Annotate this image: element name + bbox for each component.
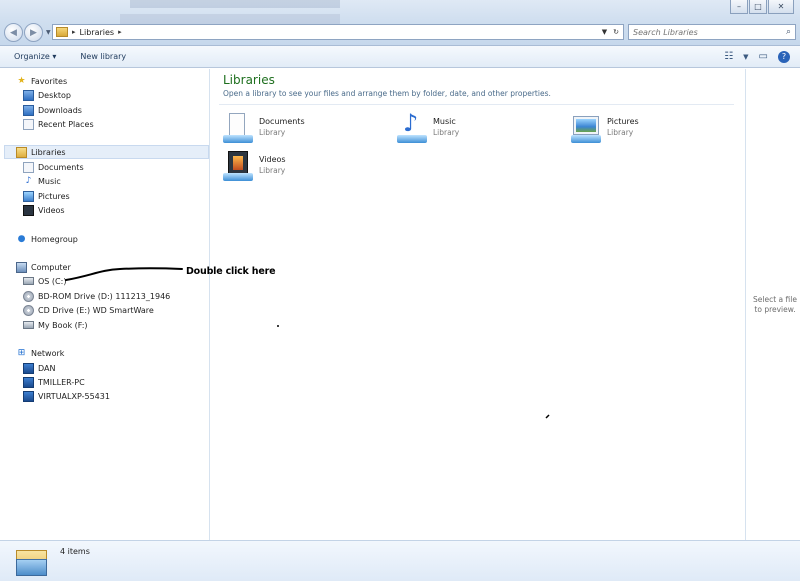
command-bar: Organize ▾ New library ☷ ▼ ▭ ? [0,46,800,68]
forward-button[interactable]: ▶ [24,23,43,42]
breadcrumb-libraries[interactable]: Libraries [80,28,115,37]
network-computer-icon [23,390,34,402]
nav-item-os-c[interactable]: OS (C:) [23,274,66,288]
annotation-text: Double click here [186,266,276,277]
nav-item-downloads[interactable]: Downloads [23,103,82,117]
nav-favorites[interactable]: ★ Favorites [16,74,67,88]
preview-pane-icon[interactable]: ▭ [759,51,768,62]
nav-item-documents[interactable]: Documents [23,160,84,174]
libraries-icon [16,146,27,158]
maximize-button[interactable]: □ [749,0,767,14]
recent-places-icon [23,118,34,130]
address-dropdown-icon[interactable]: ▼ [602,28,607,36]
page-title: Libraries [223,73,275,87]
breadcrumb-separator-icon[interactable]: ▸ [72,28,76,36]
documents-library-icon [223,113,253,143]
network-computer-icon [23,362,34,374]
music-icon: ♪ [25,176,32,186]
forward-arrow-icon: ▶ [30,27,37,38]
view-options-dropdown-icon[interactable]: ▼ [743,53,748,61]
search-input[interactable] [633,27,773,37]
close-button[interactable]: ✕ [768,0,794,14]
library-music[interactable]: ♪ Music Library [397,111,459,143]
navigation-buttons: ◀ ▶ ▼ [4,23,51,42]
cd-drive-icon [23,304,34,316]
nav-item-dan[interactable]: DAN [23,361,55,375]
library-documents[interactable]: Documents Library [223,113,305,143]
back-arrow-icon: ◀ [10,27,17,38]
nav-item-recent-places[interactable]: Recent Places [23,117,94,131]
window-chrome: – □ ✕ ◀ ▶ ▼ ▸ Libraries ▸ ▼ ↻ ⌕ [0,0,800,46]
nav-libraries[interactable]: Libraries [4,145,209,159]
network-computer-icon [23,376,34,388]
minimize-button[interactable]: – [730,0,748,14]
disc-drive-icon [23,290,34,302]
homegroup-icon: ● [17,234,26,244]
pictures-icon [23,190,34,202]
nav-homegroup[interactable]: ● Homegroup [16,232,78,246]
computer-icon [16,261,27,273]
nav-item-bd-rom-drive[interactable]: BD-ROM Drive (D:) 111213_1946 [23,289,170,303]
nav-item-videos[interactable]: Videos [23,203,65,217]
hard-drive-icon [23,277,34,285]
desktop-icon [23,89,34,101]
page-subtitle: Open a library to see your files and arr… [223,89,551,98]
window-controls: – □ ✕ [730,0,794,14]
item-count: 4 items [60,547,90,556]
nav-item-desktop[interactable]: Desktop [23,88,71,102]
navigation-pane: ★ Favorites Desktop Downloads Recent Pla… [0,69,210,540]
libraries-large-icon [16,547,47,577]
preview-message: Select a file to preview. [753,295,797,314]
nav-network[interactable]: ⊞ Network [16,346,65,360]
breadcrumb-separator-icon[interactable]: ▸ [118,28,122,36]
background-window-menu [120,14,340,24]
external-drive-icon [23,321,34,329]
address-bar[interactable]: ▸ Libraries ▸ ▼ ↻ [52,24,624,40]
new-library-button[interactable]: New library [66,52,136,61]
music-library-icon: ♪ [397,111,427,143]
search-icon[interactable]: ⌕ [786,27,791,37]
nav-item-virtualxp[interactable]: VIRTUALXP-55431 [23,389,110,403]
nav-item-cd-drive[interactable]: CD Drive (E:) WD SmartWare [23,303,154,317]
background-window-title [130,0,340,8]
content-pane: Libraries Open a library to see your fil… [211,69,745,540]
details-pane: 4 items [0,540,800,581]
downloads-icon [23,104,34,116]
header-divider [219,104,734,105]
organize-button[interactable]: Organize ▾ [0,52,66,61]
refresh-icon[interactable]: ↻ [613,28,619,36]
recent-pages-dropdown[interactable]: ▼ [46,29,51,36]
nav-computer[interactable]: Computer [16,260,71,274]
libraries-icon [56,27,68,37]
documents-icon [23,161,34,173]
videos-library-icon [223,151,253,181]
pictures-library-icon [571,113,601,143]
library-videos[interactable]: Videos Library [223,151,286,181]
star-icon: ★ [17,76,26,86]
nav-item-pictures[interactable]: Pictures [23,189,70,203]
back-button[interactable]: ◀ [4,23,23,42]
network-icon: ⊞ [17,348,26,358]
help-icon[interactable]: ? [778,50,790,63]
search-box[interactable]: ⌕ [628,24,796,40]
videos-icon [23,204,34,216]
nav-item-my-book[interactable]: My Book (F:) [23,318,88,332]
preview-pane: Select a file to preview. [745,69,800,540]
nav-item-tmiller-pc[interactable]: TMILLER-PC [23,375,85,389]
library-pictures[interactable]: Pictures Library [571,113,639,143]
nav-item-music[interactable]: ♪ Music [23,174,61,188]
change-view-icon[interactable]: ☷ [724,51,733,62]
